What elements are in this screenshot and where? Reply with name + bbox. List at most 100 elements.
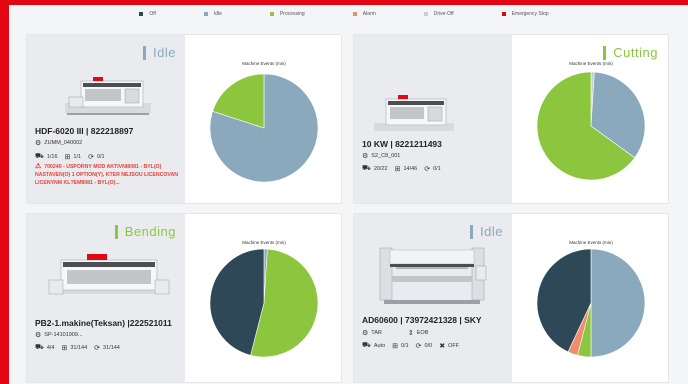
chart-title: Machine Events (min) bbox=[242, 240, 286, 245]
refresh-icon: ⟳ bbox=[88, 153, 94, 161]
chart-title: Machine Events (min) bbox=[569, 61, 613, 66]
program-row: ⚙ ZUMM_040002 bbox=[35, 139, 82, 147]
press-brake-icon bbox=[48, 254, 170, 295]
updown-icon: ⇕ bbox=[407, 330, 414, 337]
refresh-icon: ⟳ bbox=[424, 165, 431, 173]
alarm-text: 700240 - USPORNY MOD AKTIVNI8081 - BYL(O… bbox=[35, 164, 178, 186]
sheets-icon: ⊞ bbox=[394, 165, 401, 173]
cycles-count: 0/1 bbox=[433, 165, 441, 172]
machine-name: AD60600 | 73972421328 | SKY bbox=[362, 315, 482, 325]
parts-count: Auto bbox=[373, 342, 386, 349]
legend-label: Emergency Stop bbox=[511, 11, 549, 17]
chart-title: Machine Events (min) bbox=[242, 61, 286, 66]
legend-label: Drive-Off bbox=[433, 11, 454, 17]
chart-legend: Off Idle Processing Alarm Drive-Off Emer… bbox=[0, 11, 688, 17]
gear-icon: ⚙ bbox=[362, 330, 369, 337]
legend-swatch-icon bbox=[352, 12, 357, 16]
sheets-count: 1/1 bbox=[73, 153, 82, 160]
events-pie-chart[interactable] bbox=[209, 248, 319, 358]
legend-swatch-icon bbox=[139, 12, 144, 16]
machine-card[interactable]: Idle HDF-6020 III | 822218897 ⚙ ZUMM_040… bbox=[26, 34, 342, 204]
counters-row: ⛟ Auto ⊞ 0/1 ⟳ 0/0 ✖ OFF bbox=[362, 341, 466, 350]
parts-count: 1/16 bbox=[46, 153, 58, 160]
legend-swatch-icon bbox=[269, 12, 274, 16]
press-brake-icon bbox=[379, 247, 487, 304]
counters-row: ⛟ 1/16 ⊞ 1/1 ⟳ 0/1 bbox=[35, 152, 112, 161]
sheets-icon: ⊞ bbox=[64, 153, 71, 161]
machine-status: Bending bbox=[114, 224, 176, 239]
status-label: Bending bbox=[124, 224, 176, 239]
parts-count: 20/22 bbox=[373, 165, 388, 172]
counters-row: ⛟ 4/4 ⊞ 31/144 ⟳ 31/144 bbox=[35, 343, 127, 352]
status-label: Cutting bbox=[613, 45, 658, 60]
gear-icon: ⚙ bbox=[35, 332, 42, 339]
program-name: SP-14101909... bbox=[44, 332, 83, 338]
events-pie-chart[interactable] bbox=[536, 71, 646, 181]
machine-status: Cutting bbox=[603, 45, 658, 60]
gear-icon: ⚙ bbox=[35, 140, 42, 147]
legend-swatch-icon bbox=[501, 12, 506, 16]
parts-icon: ⛟ bbox=[35, 153, 44, 160]
laser-machine-icon bbox=[65, 77, 151, 115]
parts-icon: ⛟ bbox=[362, 165, 371, 172]
legend-item-emergency-stop[interactable]: Emergency Stop bbox=[501, 11, 549, 17]
status-bar bbox=[114, 224, 118, 239]
parts-count: 4/4 bbox=[46, 344, 55, 351]
status-bar bbox=[603, 45, 607, 60]
sheets-count: 31/144 bbox=[70, 344, 88, 351]
parts-icon: ⛟ bbox=[35, 344, 44, 351]
sheets-icon: ⊞ bbox=[392, 342, 399, 350]
legend-label: Alarm bbox=[362, 11, 376, 17]
machine-card[interactable]: Idle AD60600 | 73972421328 | SKY ⚙ TAR ⇕ E… bbox=[353, 213, 669, 383]
legend-swatch-icon bbox=[203, 12, 208, 16]
parts-icon: ⛟ bbox=[362, 342, 371, 349]
laser-machine-icon bbox=[374, 95, 454, 131]
events-pie-chart[interactable] bbox=[536, 248, 646, 358]
cycles-count: 31/144 bbox=[103, 344, 120, 351]
status-label: Idle bbox=[153, 45, 176, 60]
sheets-count: 0/1 bbox=[401, 342, 409, 349]
legend-item-idle[interactable]: Idle bbox=[203, 11, 222, 17]
machine-card[interactable]: Cutting 10 KW | 8221211493 ⚙ S2_C8_001 ⛟… bbox=[353, 34, 669, 204]
machine-status: Idle bbox=[143, 45, 176, 60]
program-name: S2_C8_001 bbox=[371, 153, 401, 159]
extra-status: OFF bbox=[448, 342, 460, 349]
status-label: Idle bbox=[480, 224, 503, 239]
alarm-message[interactable]: ⚠ 700240 - USPORNY MOD AKTIVNI8081 - BYL(… bbox=[35, 163, 183, 187]
machine-name: HDF-6020 III | 822218897 bbox=[35, 126, 134, 136]
legend-item-alarm[interactable]: Alarm bbox=[352, 11, 376, 17]
sheets-icon: ⊞ bbox=[61, 344, 68, 352]
warning-icon: ⚠ bbox=[35, 163, 42, 170]
legend-label: Processing bbox=[279, 11, 305, 17]
machine-status: Idle bbox=[470, 224, 503, 239]
program-row: ⚙ TAR ⇕ EOB bbox=[362, 329, 435, 337]
cycles-count: 0/1 bbox=[96, 153, 105, 160]
refresh-icon: ⟳ bbox=[94, 344, 101, 352]
legend-label: Idle bbox=[213, 11, 222, 17]
status-bar bbox=[470, 224, 474, 239]
sheets-count: 14/46 bbox=[403, 165, 418, 172]
legend-label: Off bbox=[149, 11, 156, 17]
red-frame-top bbox=[0, 0, 688, 5]
status-bar bbox=[143, 45, 147, 60]
refresh-icon: ⟳ bbox=[415, 342, 422, 350]
program-row: ⚙ S2_C8_001 bbox=[362, 152, 400, 160]
program-name: ZUMM_040002 bbox=[44, 140, 83, 146]
machine-card[interactable]: Bending PB2-1.makine(Teksan) |222521011 … bbox=[26, 213, 342, 383]
counters-row: ⛟ 20/22 ⊞ 14/46 ⟳ 0/1 bbox=[362, 164, 448, 173]
pie-slice-idle[interactable] bbox=[590, 248, 646, 358]
legend-item-processing[interactable]: Processing bbox=[269, 11, 305, 17]
legend-item-off[interactable]: Off bbox=[139, 11, 156, 17]
chart-title: Machine Events (min) bbox=[569, 240, 613, 245]
events-pie-chart[interactable] bbox=[209, 73, 319, 183]
program-row: ⚙ SP-14101909... bbox=[35, 331, 83, 339]
red-frame-left bbox=[0, 0, 9, 384]
program-name: TAR bbox=[371, 330, 382, 336]
cycles-count: 0/0 bbox=[424, 342, 433, 349]
legend-swatch-icon bbox=[423, 12, 428, 16]
gear-icon: ⚙ bbox=[362, 153, 369, 160]
legend-item-drive-off[interactable]: Drive-Off bbox=[423, 11, 454, 17]
tool-icon: ✖ bbox=[439, 342, 446, 350]
machine-name: PB2-1.makine(Teksan) |222521011 bbox=[35, 318, 172, 328]
program-secondary: EOB bbox=[416, 330, 429, 336]
